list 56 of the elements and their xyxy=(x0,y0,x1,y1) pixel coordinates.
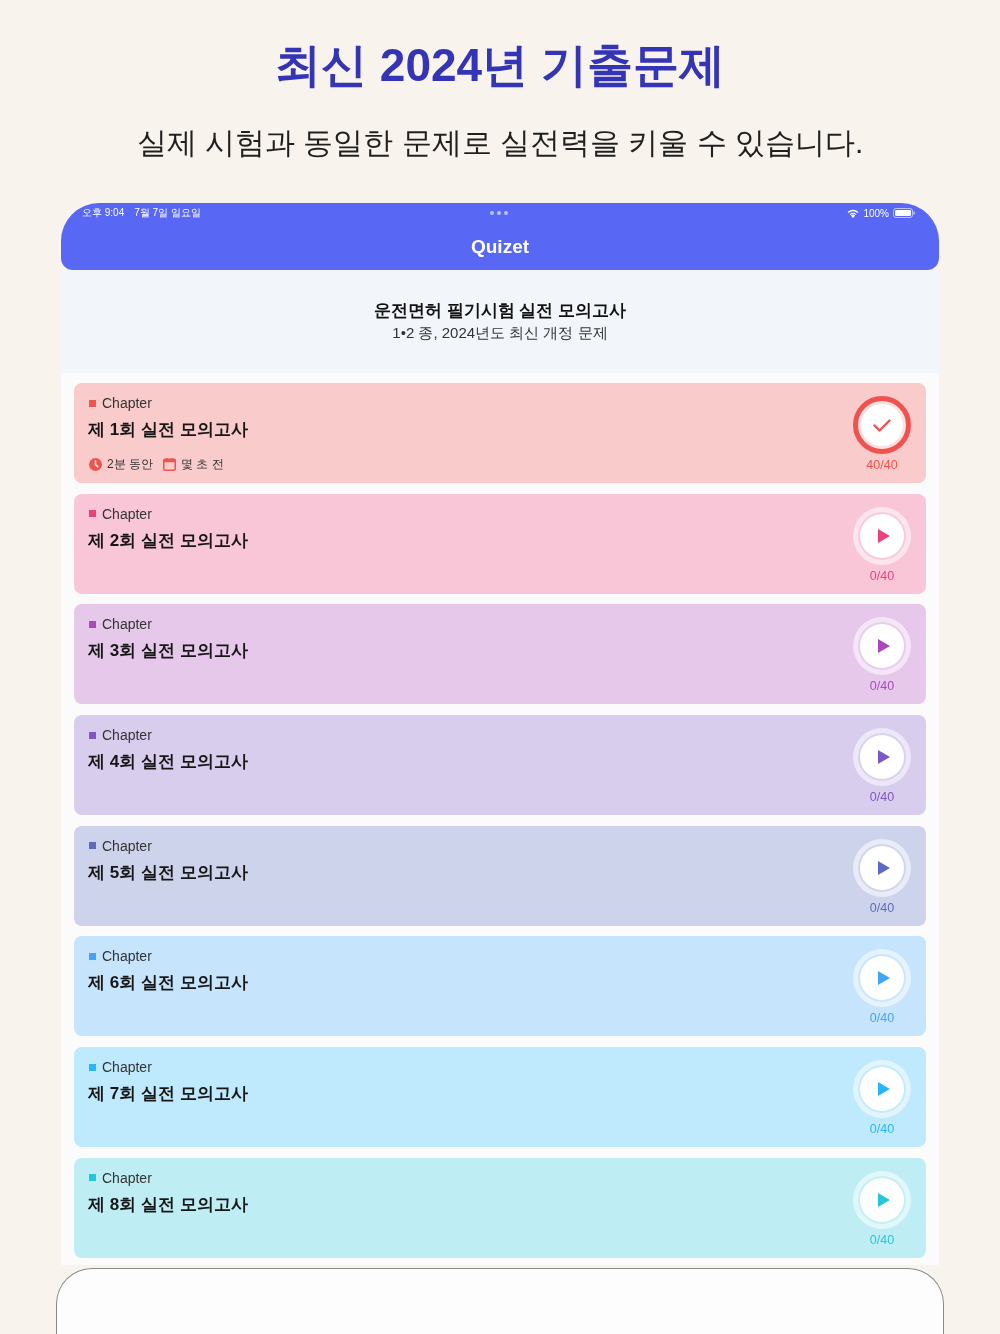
progress-count: 0/40 xyxy=(869,678,895,695)
intro-subtitle: 1•2 종, 2024년도 최신 개정 문제 xyxy=(392,323,608,343)
progress-count: 0/40 xyxy=(869,1121,895,1138)
play-icon xyxy=(877,1192,890,1207)
chapter-card[interactable]: Chapter 제 6회 실전 모의고사 0/40 xyxy=(74,936,926,1037)
battery-icon xyxy=(893,208,915,218)
chapter-label: Chapter xyxy=(102,1058,152,1077)
calendar-icon xyxy=(163,457,176,471)
chapter-title: 제 8회 실전 모의고사 xyxy=(88,1193,248,1216)
check-icon xyxy=(873,418,891,432)
chapter-card[interactable]: Chapter 제 7회 실전 모의고사 0/40 xyxy=(74,1047,926,1148)
more-dots-icon[interactable] xyxy=(489,211,508,215)
chapter-title: 제 1회 실전 모의고사 xyxy=(88,419,248,441)
status-time: 오후 9:04 xyxy=(82,206,125,220)
chapter-title: 제 4회 실전 모의고사 xyxy=(88,751,248,774)
play-icon xyxy=(877,860,890,875)
progress-count: 0/40 xyxy=(869,1231,895,1248)
chapter-label: Chapter xyxy=(102,615,152,634)
wifi-icon xyxy=(847,208,860,218)
completed-button[interactable] xyxy=(853,396,911,454)
chapter-title: 제 6회 실전 모의고사 xyxy=(88,972,248,995)
play-icon xyxy=(877,750,890,765)
chapter-title: 제 7회 실전 모의고사 xyxy=(88,1083,248,1106)
clock-icon xyxy=(89,457,102,471)
play-icon xyxy=(877,1082,890,1097)
chapter-label: Chapter xyxy=(102,504,152,523)
battery-percent: 100% xyxy=(863,207,889,219)
progress-count: 0/40 xyxy=(869,789,895,806)
play-icon xyxy=(877,528,890,543)
progress-count: 0/40 xyxy=(869,567,895,584)
chapter-label: Chapter xyxy=(102,836,152,855)
progress-count: 0/40 xyxy=(869,1010,895,1027)
chapter-card[interactable]: Chapter 제 1회 실전 모의고사 2분 동안 몇 초 전 40/40 xyxy=(74,383,926,483)
chapter-card[interactable]: Chapter 제 2회 실전 모의고사 0/40 xyxy=(74,493,926,594)
play-icon xyxy=(877,639,890,654)
last-played-text: 몇 초 전 xyxy=(181,456,224,472)
chapter-title: 제 3회 실전 모의고사 xyxy=(88,640,248,663)
duration-text: 2분 동안 xyxy=(107,456,153,472)
chapter-label: Chapter xyxy=(102,726,152,745)
chapter-label: Chapter xyxy=(102,394,152,412)
chapter-card[interactable]: Chapter 제 5회 실전 모의고사 0/40 xyxy=(74,825,926,926)
progress-count: 0/40 xyxy=(869,899,895,916)
headline-subtitle: 실제 시험과 동일한 문제로 실전력을 키울 수 있습니다. xyxy=(136,125,864,161)
headline-title: 최신 2024년 기출문제 xyxy=(275,38,725,93)
chapter-card[interactable]: Chapter 제 8회 실전 모의고사 0/40 xyxy=(74,1157,926,1258)
chapter-title: 제 2회 실전 모의고사 xyxy=(88,529,248,552)
chapter-card[interactable]: Chapter 제 3회 실전 모의고사 0/40 xyxy=(74,604,926,705)
progress-count: 40/40 xyxy=(866,457,898,473)
chapter-label: Chapter xyxy=(102,1168,152,1187)
status-date: 7월 7일 일요일 xyxy=(134,206,201,220)
chapter-label: Chapter xyxy=(102,947,152,966)
play-icon xyxy=(877,971,890,986)
chapter-card[interactable]: Chapter 제 4회 실전 모의고사 0/40 xyxy=(74,715,926,816)
app-title: Quizet xyxy=(469,234,531,259)
intro-title: 운전면허 필기시험 실전 모의고사 xyxy=(373,300,627,322)
chapter-title: 제 5회 실전 모의고사 xyxy=(88,861,248,884)
